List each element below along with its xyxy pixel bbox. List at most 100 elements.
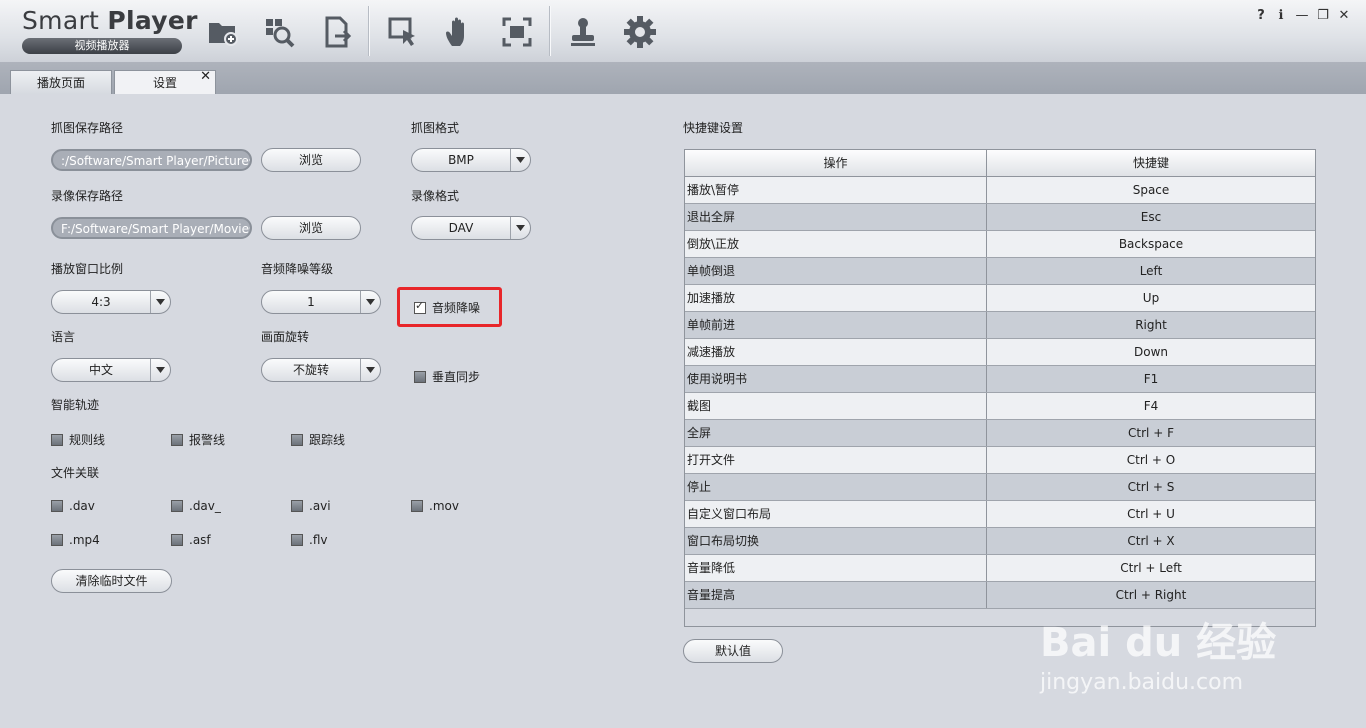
column-header-action: 操作 [685,150,987,176]
snapshot-format-label: 抓图格式 [411,121,460,135]
ext-asf-checkbox[interactable]: .asf [171,533,211,547]
tab-label: 设置 [152,76,177,90]
ext-mov-checkbox[interactable]: .mov [411,499,459,513]
record-format-select[interactable]: DAV [411,216,531,240]
open-folder-icon[interactable] [203,12,243,52]
language-select[interactable]: 中文 [51,358,171,382]
table-row[interactable]: 截图 F4 [685,393,1315,420]
tab-playback[interactable]: 播放页面 [10,70,112,95]
rule-line-checkbox[interactable]: 规则线 [51,431,105,448]
select-value: 中文 [88,363,113,377]
table-row[interactable]: 单帧倒退 Left [685,258,1315,285]
denoise-level-select[interactable]: 1 [261,290,381,314]
table-row[interactable]: 停止 Ctrl + S [685,474,1315,501]
select-value: 4:3 [91,295,111,309]
snapshot-path-label: 抓图保存路径 [51,121,124,135]
record-format-label: 录像格式 [411,189,460,203]
fullscreen-icon[interactable] [497,12,537,52]
shortcut-key[interactable]: Esc [987,204,1315,230]
ext-dav-checkbox[interactable]: .dav [51,499,95,513]
select-value: 1 [307,295,315,309]
shortcut-key[interactable]: F1 [987,366,1315,392]
denoise-checkbox[interactable]: 音频降噪 [414,299,480,316]
table-row[interactable]: 音量提高 Ctrl + Right [685,582,1315,609]
table-row[interactable]: 减速播放 Down [685,339,1315,366]
gear-icon[interactable] [620,12,660,52]
table-row[interactable]: 自定义窗口布局 Ctrl + U [685,501,1315,528]
tab-label: 播放页面 [36,76,85,90]
track-line-checkbox[interactable]: 跟踪线 [291,431,345,448]
select-value: DAV [448,221,474,235]
close-button[interactable]: ✕ [1335,8,1353,23]
record-path-input[interactable]: F:/Software/Smart Player/Movies/ [51,217,252,239]
default-values-button[interactable]: 默认值 [683,639,783,663]
alarm-line-checkbox[interactable]: 报警线 [171,431,225,448]
minimize-button[interactable]: — [1293,8,1311,23]
vsync-checkbox[interactable]: 垂直同步 [414,368,480,385]
table-row[interactable]: 音量降低 Ctrl + Left [685,555,1315,582]
chevron-down-icon [360,359,380,381]
help-button[interactable]: ? [1252,8,1270,23]
shortcut-key[interactable]: Ctrl + Right [987,582,1315,608]
checkbox-unchecked [291,433,303,446]
checkbox-unchecked [414,370,426,383]
restore-button[interactable]: ❐ [1314,8,1332,23]
checkbox-unchecked [171,500,183,512]
language-label: 语言 [51,330,76,344]
stamp-icon[interactable] [563,12,603,52]
close-icon[interactable]: ✕ [200,65,211,89]
column-header-key: 快捷键 [1132,156,1169,170]
shortcut-key[interactable]: Down [987,339,1315,365]
checkbox-label: .asf [189,533,211,547]
snapshot-browse-button[interactable]: 浏览 [261,148,361,172]
ext-flv-checkbox[interactable]: .flv [291,533,327,547]
shortcut-key[interactable]: Ctrl + O [987,447,1315,473]
table-row[interactable]: 退出全屏 Esc [685,204,1315,231]
shortcut-action: 退出全屏 [685,204,987,230]
shortcut-action: 自定义窗口布局 [685,501,987,527]
shortcut-key[interactable]: Ctrl + U [987,501,1315,527]
app-subtitle: 视频播放器 [22,38,182,54]
checkbox-checked [414,299,426,314]
table-row[interactable]: 打开文件 Ctrl + O [685,447,1315,474]
info-button[interactable]: ℹ [1272,8,1290,23]
rotate-label: 画面旋转 [261,330,310,344]
app-title: Smart Player [22,6,198,35]
checkbox-unchecked [51,433,63,446]
shortcut-key[interactable]: Space [987,177,1315,203]
shortcut-key[interactable]: Right [987,312,1315,338]
table-row[interactable]: 播放\暂停 Space [685,177,1315,204]
shortcut-key[interactable]: F4 [987,393,1315,419]
shortcut-key[interactable]: Up [987,285,1315,311]
table-row[interactable]: 加速播放 Up [685,285,1315,312]
hand-icon[interactable] [439,12,479,52]
checkbox-label: .dav_ [189,499,221,513]
table-row[interactable]: 使用说明书 F1 [685,366,1315,393]
export-file-icon[interactable] [317,12,357,52]
select-pointer-icon[interactable] [383,12,423,52]
shortcut-key[interactable]: Left [987,258,1315,284]
tab-settings[interactable]: 设置 ✕ [114,69,216,96]
table-row[interactable]: 倒放\正放 Backspace [685,231,1315,258]
record-browse-button[interactable]: 浏览 [261,216,361,240]
table-row[interactable]: 单帧前进 Right [685,312,1315,339]
checkbox-label: 垂直同步 [432,370,481,384]
shortcut-key[interactable]: Backspace [987,231,1315,257]
search-window-icon[interactable] [259,12,299,52]
shortcut-key[interactable]: Ctrl + Left [987,555,1315,581]
clear-temp-files-button[interactable]: 清除临时文件 [51,569,172,593]
ext-mp4-checkbox[interactable]: .mp4 [51,533,100,547]
table-row[interactable]: 窗口布局切换 Ctrl + X [685,528,1315,555]
rotate-select[interactable]: 不旋转 [261,358,381,382]
snapshot-path-input[interactable]: :/Software/Smart Player/Pictures/ [51,149,252,171]
table-row[interactable]: 全屏 Ctrl + F [685,420,1315,447]
ext-avi-checkbox[interactable]: .avi [291,499,331,513]
shortcut-key[interactable]: Ctrl + F [987,420,1315,446]
shortcut-key[interactable]: Ctrl + X [987,528,1315,554]
checkbox-label: 规则线 [69,433,106,447]
snapshot-format-select[interactable]: BMP [411,148,531,172]
aspect-ratio-select[interactable]: 4:3 [51,290,171,314]
shortcut-key[interactable]: Ctrl + S [987,474,1315,500]
ext-dav_-checkbox[interactable]: .dav_ [171,499,221,513]
table-header: 操作 快捷键 [685,150,1315,177]
